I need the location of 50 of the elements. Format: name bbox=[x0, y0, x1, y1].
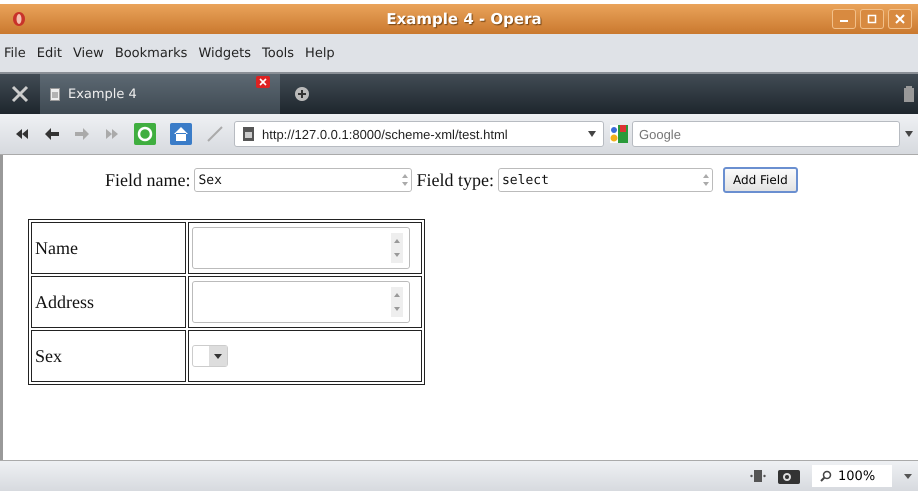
spinner-icon[interactable] bbox=[702, 172, 710, 188]
dropdown-icon[interactable] bbox=[904, 131, 914, 137]
scroll-arrows-icon[interactable] bbox=[391, 287, 403, 317]
menu-item[interactable]: Tools bbox=[262, 46, 294, 60]
tools-icon[interactable] bbox=[10, 84, 30, 104]
select-dropdown[interactable] bbox=[192, 345, 228, 367]
search-icon bbox=[820, 470, 832, 482]
close-icon bbox=[895, 14, 905, 24]
field-type-input[interactable]: select bbox=[498, 168, 713, 192]
table-cell: Sex bbox=[31, 330, 186, 382]
dropdown-icon[interactable] bbox=[587, 131, 597, 137]
minimize-button[interactable] bbox=[832, 9, 856, 29]
menu-item[interactable]: Edit bbox=[36, 46, 62, 60]
field-name-input[interactable]: Sex bbox=[194, 168, 412, 192]
close-tab-icon[interactable] bbox=[256, 76, 270, 88]
home-icon[interactable] bbox=[170, 123, 192, 145]
close-button[interactable] bbox=[888, 9, 912, 29]
add-field-button[interactable]: Add Field bbox=[722, 167, 798, 193]
menu-item[interactable]: File bbox=[4, 46, 26, 60]
forward-icon bbox=[74, 127, 90, 141]
opera-logo-icon bbox=[12, 11, 26, 27]
scroll-arrows-icon[interactable] bbox=[391, 233, 403, 263]
menu-item[interactable]: Bookmarks bbox=[114, 46, 188, 60]
table-cell: Name bbox=[31, 222, 186, 274]
back-icon[interactable] bbox=[44, 127, 60, 141]
new-tab-icon[interactable] bbox=[294, 86, 310, 102]
maximize-icon bbox=[867, 14, 877, 24]
field-type-label: Field type: bbox=[416, 170, 494, 190]
menu-item[interactable]: Widgets bbox=[198, 46, 252, 60]
field-name-label: Field name: bbox=[105, 170, 190, 190]
reload-icon[interactable] bbox=[134, 123, 156, 145]
menu-item[interactable]: View bbox=[72, 46, 104, 60]
page-icon bbox=[243, 127, 254, 141]
page-icon bbox=[50, 88, 60, 100]
menu-item[interactable]: Help bbox=[305, 46, 335, 60]
window-title: Example 4 - Opera bbox=[385, 10, 543, 28]
rewind-icon[interactable] bbox=[14, 127, 30, 141]
dropdown-icon[interactable] bbox=[904, 474, 912, 478]
panel-icon[interactable] bbox=[750, 469, 766, 483]
dropdown-icon bbox=[214, 354, 222, 358]
address-field[interactable]: http://127.0.0.1:8000/scheme-xml/test.html bbox=[234, 121, 604, 147]
browser-tab[interactable]: Example 4 bbox=[40, 74, 280, 114]
search-field[interactable]: Google bbox=[632, 121, 900, 147]
zoom-control[interactable]: 100% bbox=[812, 465, 892, 487]
table-cell: Address bbox=[31, 276, 186, 328]
camera-icon[interactable] bbox=[778, 468, 800, 484]
spinner-icon[interactable] bbox=[401, 172, 410, 188]
maximize-button[interactable] bbox=[860, 9, 884, 29]
fast-forward-icon bbox=[104, 127, 120, 141]
google-logo-icon bbox=[610, 125, 628, 143]
